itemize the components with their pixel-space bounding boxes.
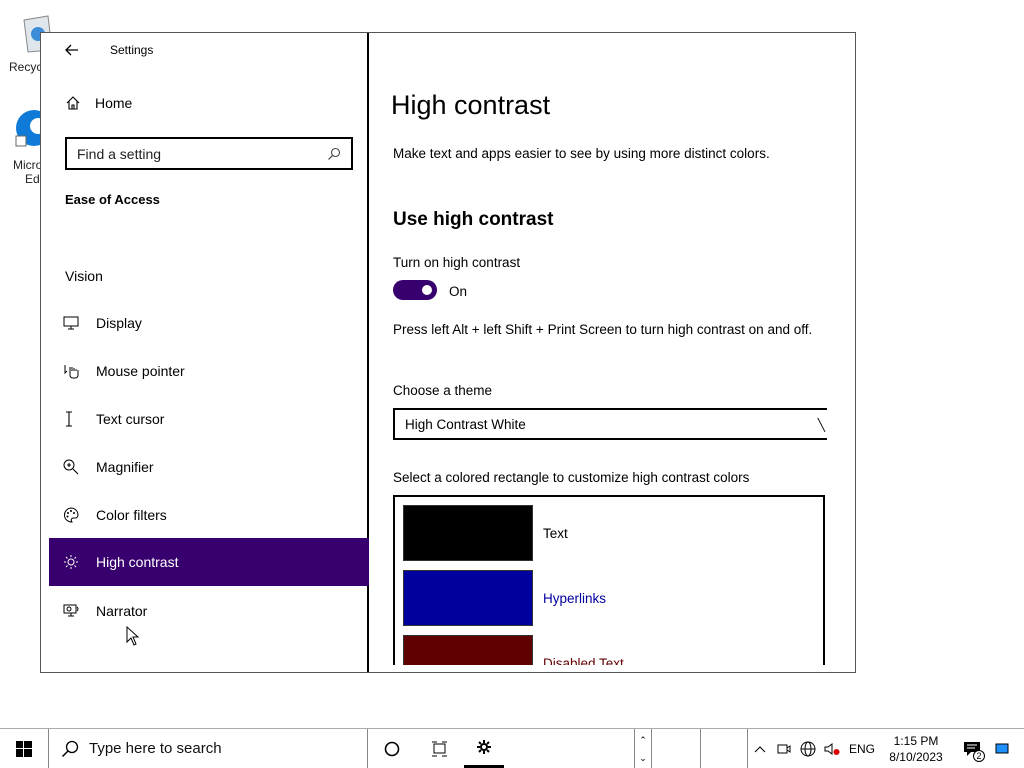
- app-title: Settings: [110, 43, 154, 57]
- subsection-title: Use high contrast: [393, 209, 554, 230]
- taskbar-search-placeholder: Type here to search: [89, 740, 222, 757]
- action-center-button[interactable]: 2: [952, 729, 992, 768]
- swatch-label-disabled-text: Disabled Text: [543, 655, 624, 666]
- search-icon: [328, 147, 341, 160]
- back-arrow-icon: [65, 44, 78, 56]
- cortana-icon: [384, 741, 400, 756]
- mouse-pointer-icon: [64, 365, 79, 379]
- taskbar-app-settings[interactable]: [464, 729, 504, 768]
- toggle-state: On: [449, 284, 468, 299]
- sidebar-item-label: Narrator: [96, 603, 148, 619]
- task-view-icon: [432, 741, 447, 756]
- chevron-down-icon: ⌄: [639, 752, 647, 763]
- task-view-button[interactable]: [416, 729, 464, 768]
- show-desktop-button[interactable]: [992, 729, 1012, 768]
- clock-date: 8/10/2023: [889, 749, 943, 764]
- sidebar-item-mouse-pointer[interactable]: Mouse pointer: [49, 347, 369, 395]
- text-cursor-icon: [66, 411, 72, 427]
- sidebar-item-label: Magnifier: [96, 459, 154, 475]
- network-icon: [800, 741, 816, 756]
- clock[interactable]: 1:15 PM 8/10/2023: [880, 729, 952, 768]
- sidebar-item-label: High contrast: [96, 554, 179, 570]
- gear-icon: [477, 740, 491, 754]
- taskbar-empty-slot[interactable]: [700, 729, 748, 768]
- settings-window: Settings Home Ease of Access Vision Disp…: [40, 32, 856, 673]
- narrator-icon: [63, 604, 79, 617]
- sidebar-item-high-contrast[interactable]: High contrast: [49, 538, 369, 586]
- search-box[interactable]: [65, 137, 353, 170]
- volume-button[interactable]: [820, 729, 844, 768]
- chevron-down-icon: ╲: [817, 418, 825, 432]
- sidebar-item-label: Mouse pointer: [96, 363, 185, 379]
- home-label: Home: [95, 95, 133, 111]
- color-swatch-panel: Text Hyperlinks Disabled Text: [393, 495, 825, 665]
- swatch-row-hyperlinks[interactable]: Hyperlinks: [403, 570, 606, 626]
- mouse-cursor-icon: [126, 626, 140, 646]
- cortana-button[interactable]: [368, 729, 416, 768]
- desktop-icon-label: Recyc: [9, 60, 43, 74]
- high-contrast-toggle[interactable]: [393, 280, 437, 300]
- clock-time: 1:15 PM: [893, 733, 939, 748]
- shortcut-hint: Press left Alt + left Shift + Print Scre…: [393, 322, 813, 337]
- page-title: High contrast: [391, 90, 551, 120]
- search-input[interactable]: [77, 145, 327, 162]
- home-icon: [66, 96, 80, 110]
- windows-logo-icon: [16, 740, 32, 757]
- sidebar-item-label: Display: [96, 315, 142, 331]
- meet-now-icon: [777, 744, 791, 753]
- sidebar-item-home[interactable]: Home: [65, 95, 132, 111]
- language-indicator[interactable]: ENG: [844, 729, 880, 768]
- swatch-row-text[interactable]: Text: [403, 505, 568, 561]
- volume-muted-icon: [824, 742, 840, 755]
- section-title: Ease of Access: [65, 192, 160, 207]
- desktop-icon-label-1: Micro: [13, 158, 43, 172]
- main-content: High contrast Make text and apps easier …: [371, 33, 855, 665]
- display-icon: [63, 316, 79, 330]
- show-hidden-icons-button[interactable]: [748, 729, 772, 768]
- swatch-disabled-text[interactable]: [403, 635, 533, 665]
- color-filters-icon: [64, 507, 79, 523]
- toggle-label: Turn on high contrast: [393, 255, 521, 270]
- swatch-label-hyperlinks: Hyperlinks: [543, 590, 607, 606]
- notification-count: 2: [973, 750, 985, 762]
- title-bar: Settings: [41, 33, 369, 67]
- sidebar: Settings Home Ease of Access Vision Disp…: [41, 33, 369, 672]
- taskbar-spacer: [652, 729, 700, 768]
- network-button[interactable]: [796, 729, 820, 768]
- swatch-hyperlinks[interactable]: [403, 570, 533, 626]
- group-title-vision: Vision: [65, 268, 103, 284]
- page-description: Make text and apps easier to see by usin…: [393, 146, 770, 161]
- chevron-up-icon: ⌃: [639, 734, 647, 745]
- show-desktop-icon: [995, 743, 1009, 753]
- sidebar-item-label: Color filters: [96, 507, 167, 523]
- theme-label: Choose a theme: [393, 383, 493, 398]
- taskbar-search-box[interactable]: Type here to search: [48, 729, 368, 768]
- toggle-knob: [422, 285, 432, 295]
- search-icon: [61, 740, 79, 757]
- swatch-label-text: Text: [543, 525, 568, 541]
- taskbar-scroll[interactable]: ⌃ ⌄: [634, 729, 652, 768]
- sidebar-item-text-cursor[interactable]: Text cursor: [49, 395, 369, 443]
- theme-select[interactable]: High Contrast White ╲: [393, 408, 827, 440]
- magnifier-icon: [63, 459, 79, 475]
- chevron-up-icon: [754, 745, 766, 752]
- start-button[interactable]: [0, 729, 48, 768]
- swatch-text[interactable]: [403, 505, 533, 561]
- colors-label: Select a colored rectangle to customize …: [393, 470, 750, 485]
- sidebar-item-magnifier[interactable]: Magnifier: [49, 443, 369, 491]
- taskbar-spacer: [504, 729, 634, 768]
- high-contrast-icon: [64, 555, 78, 569]
- language-label: ENG: [848, 741, 875, 756]
- sidebar-item-narrator[interactable]: Narrator: [49, 587, 369, 635]
- sidebar-item-color-filters[interactable]: Color filters: [49, 491, 369, 539]
- swatch-row-disabled-text[interactable]: Disabled Text: [403, 635, 624, 665]
- meet-now-button[interactable]: [772, 729, 796, 768]
- sidebar-item-display[interactable]: Display: [49, 299, 369, 347]
- theme-select-value: High Contrast White: [405, 416, 526, 432]
- back-button[interactable]: [61, 39, 83, 61]
- taskbar: Type here to search ⌃ ⌄ ENG 1:15 PM 8/10…: [0, 728, 1024, 768]
- sidebar-item-label: Text cursor: [96, 411, 165, 427]
